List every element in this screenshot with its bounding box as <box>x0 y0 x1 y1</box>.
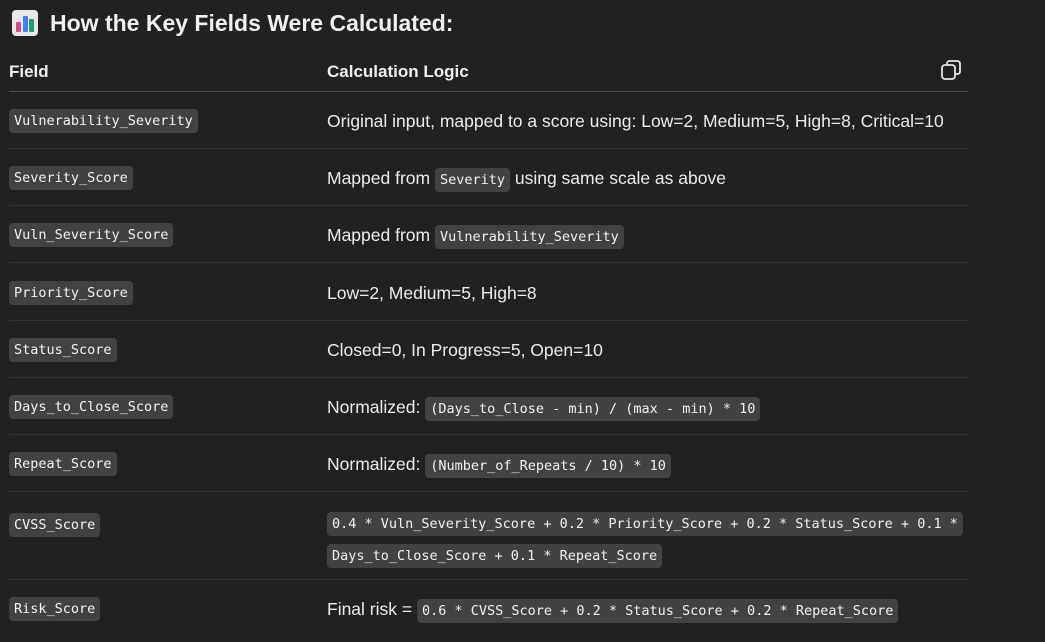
inline-code: 0.6 * CVSS_Score + 0.2 * Status_Score + … <box>416 599 899 623</box>
table-row: Vuln_Severity_Score Mapped from Vulnerab… <box>9 206 968 263</box>
inline-code: (Number_of_Repeats / 10) * 10 <box>425 454 671 478</box>
calculation-logic: Final risk = 0.6 * CVSS_Score + 0.2 * St… <box>327 594 968 626</box>
table-header: Field Calculation Logic <box>9 50 968 92</box>
calculation-logic: Normalized: (Days_to_Close - min) / (max… <box>327 392 968 424</box>
section-title: How the Key Fields Were Calculated: <box>50 9 454 36</box>
header-calculation-logic: Calculation Logic <box>327 62 469 81</box>
field-name: Risk_Score <box>9 597 101 621</box>
calculation-logic: Closed=0, In Progress=5, Open=10 <box>327 340 603 360</box>
table-row: Status_Score Closed=0, In Progress=5, Op… <box>9 321 968 378</box>
field-name: Severity_Score <box>9 166 133 190</box>
header-field: Field <box>9 62 49 81</box>
field-name: Days_to_Close_Score <box>9 395 174 419</box>
field-name: Status_Score <box>9 338 117 362</box>
calculation-logic: Low=2, Medium=5, High=8 <box>327 283 537 303</box>
table-row: Priority_Score Low=2, Medium=5, High=8 <box>9 263 968 321</box>
table-row: Severity_Score Mapped from Severity usin… <box>9 149 968 206</box>
table-row: Days_to_Close_Score Normalized: (Days_to… <box>9 378 968 435</box>
table-row: CVSS_Score 0.4 * Vuln_Severity_Score + 0… <box>9 492 968 580</box>
calculation-logic: Original input, mapped to a score using:… <box>327 111 944 131</box>
bar-chart-icon <box>12 10 38 36</box>
field-name: Repeat_Score <box>9 452 117 476</box>
field-name: Vuln_Severity_Score <box>9 223 174 247</box>
table-row: Risk_Score Final risk = 0.6 * CVSS_Score… <box>9 580 968 638</box>
calculation-table: Field Calculation Logic Vulnerability_Se… <box>9 50 968 638</box>
calculation-logic: Mapped from Vulnerability_Severity <box>327 220 968 252</box>
calculation-logic: 0.4 * Vuln_Severity_Score + 0.2 * Priori… <box>327 507 968 571</box>
inline-code: (Days_to_Close - min) / (max - min) * 10 <box>425 397 761 421</box>
calculation-logic: Mapped from Severity using same scale as… <box>327 163 968 195</box>
calculation-logic: Normalized: (Number_of_Repeats / 10) * 1… <box>327 449 968 481</box>
table-row: Repeat_Score Normalized: (Number_of_Repe… <box>9 435 968 492</box>
copy-icon[interactable] <box>939 58 963 82</box>
table-row: Vulnerability_Severity Original input, m… <box>9 92 968 149</box>
inline-code: 0.4 * Vuln_Severity_Score + 0.2 * Priori… <box>327 512 963 568</box>
section-heading: How the Key Fields Were Calculated: <box>12 8 453 38</box>
field-name: CVSS_Score <box>9 513 101 537</box>
field-name: Vulnerability_Severity <box>9 109 198 133</box>
inline-code: Severity <box>434 168 510 192</box>
inline-code: Vulnerability_Severity <box>434 225 624 249</box>
field-name: Priority_Score <box>9 281 133 305</box>
